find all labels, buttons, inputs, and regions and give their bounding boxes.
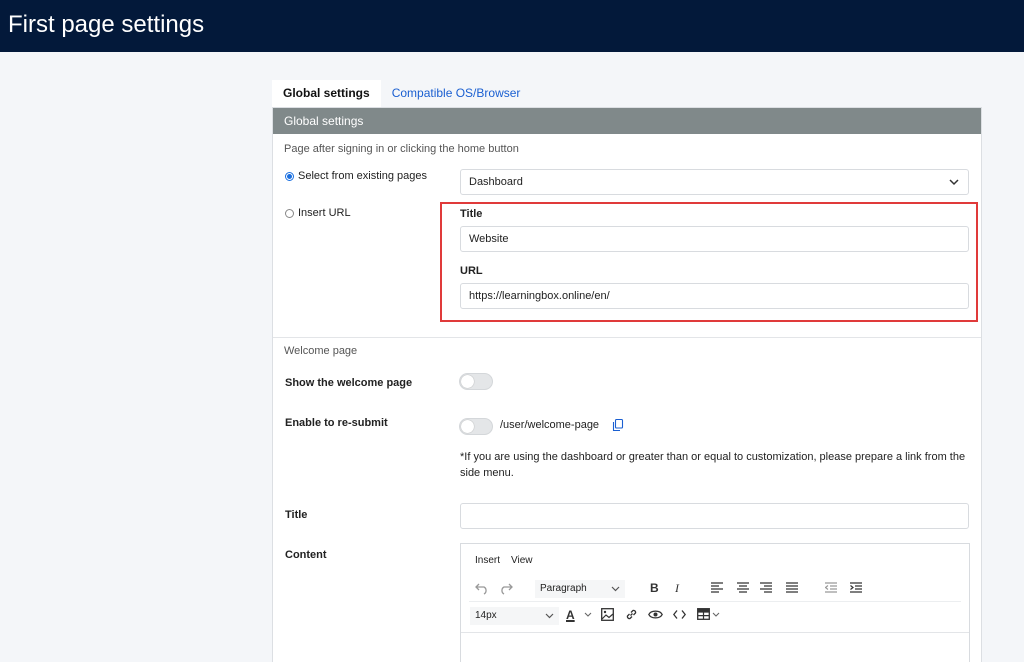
undo-icon[interactable] bbox=[475, 581, 489, 595]
source-code-icon[interactable] bbox=[673, 609, 686, 620]
editor-toolbar-bottom-border bbox=[461, 632, 969, 633]
outdent-icon[interactable] bbox=[825, 582, 837, 593]
content-editor: Insert View Paragraph B I 14px A bbox=[460, 543, 970, 662]
menu-view[interactable]: View bbox=[511, 555, 533, 566]
show-welcome-toggle[interactable] bbox=[459, 373, 493, 390]
url-label: URL bbox=[460, 265, 483, 277]
tab-compatible-os-browser[interactable]: Compatible OS/Browser bbox=[381, 80, 532, 107]
chevron-down-icon bbox=[949, 170, 959, 194]
existing-page-select-value: Dashboard bbox=[469, 176, 523, 188]
app-header: First page settings bbox=[0, 0, 1024, 52]
welcome-page-path: /user/welcome-page bbox=[500, 419, 600, 431]
url-input[interactable]: https://learningbox.online/en/ bbox=[460, 283, 969, 309]
welcome-note-line-2: side menu. bbox=[460, 467, 514, 479]
radio-existing-pages[interactable] bbox=[285, 172, 294, 181]
welcome-title-label: Title bbox=[285, 509, 308, 521]
menu-insert[interactable]: Insert bbox=[475, 555, 500, 566]
radio-insert-url[interactable] bbox=[285, 209, 294, 218]
chevron-down-icon bbox=[611, 580, 620, 598]
radio-insert-url-label[interactable]: Insert URL bbox=[298, 207, 351, 219]
page-after-signin-description: Page after signing in or clicking the ho… bbox=[284, 143, 519, 155]
copy-icon[interactable] bbox=[612, 419, 624, 432]
preview-eye-icon[interactable] bbox=[648, 609, 663, 620]
section-divider bbox=[273, 337, 981, 338]
italic-button[interactable]: I bbox=[675, 581, 679, 595]
table-chevron-icon[interactable] bbox=[712, 608, 720, 620]
welcome-section-label: Welcome page bbox=[284, 345, 358, 357]
text-color-chevron-icon[interactable] bbox=[584, 608, 592, 620]
page-title: First page settings bbox=[8, 11, 205, 38]
text-color-button[interactable]: A bbox=[566, 608, 575, 622]
align-justify-icon[interactable] bbox=[786, 582, 798, 593]
toolbar-divider bbox=[469, 601, 961, 602]
font-size-value: 14px bbox=[475, 610, 497, 621]
welcome-note-line-1: *If you are using the dashboard or great… bbox=[460, 451, 966, 463]
align-right-icon[interactable] bbox=[760, 582, 772, 593]
show-welcome-label: Show the welcome page bbox=[285, 377, 413, 389]
panel-header: Global settings bbox=[273, 108, 981, 134]
block-format-select[interactable]: Paragraph bbox=[535, 580, 625, 598]
redo-icon[interactable] bbox=[499, 581, 513, 595]
tab-bar: Global settings Compatible OS/Browser bbox=[272, 80, 531, 107]
image-icon[interactable] bbox=[601, 608, 614, 621]
url-title-input[interactable]: Website bbox=[460, 226, 969, 252]
block-format-value: Paragraph bbox=[540, 583, 587, 594]
welcome-note: *If you are using the dashboard or great… bbox=[460, 449, 975, 481]
url-title-label: Title bbox=[460, 208, 483, 220]
font-size-select[interactable]: 14px bbox=[470, 607, 559, 625]
chevron-down-icon bbox=[545, 607, 554, 625]
resubmit-toggle[interactable] bbox=[459, 418, 493, 435]
bold-button[interactable]: B bbox=[650, 581, 659, 595]
table-icon[interactable] bbox=[697, 608, 710, 620]
content-label: Content bbox=[285, 549, 327, 561]
link-icon[interactable] bbox=[625, 608, 638, 621]
indent-icon[interactable] bbox=[850, 582, 862, 593]
welcome-title-input[interactable] bbox=[460, 503, 969, 529]
radio-existing-pages-label[interactable]: Select from existing pages bbox=[298, 170, 427, 182]
resubmit-label: Enable to re-submit bbox=[285, 417, 388, 429]
align-center-icon[interactable] bbox=[737, 582, 749, 593]
tab-global-settings[interactable]: Global settings bbox=[272, 80, 381, 107]
align-left-icon[interactable] bbox=[711, 582, 723, 593]
existing-page-select[interactable]: Dashboard bbox=[460, 169, 969, 195]
